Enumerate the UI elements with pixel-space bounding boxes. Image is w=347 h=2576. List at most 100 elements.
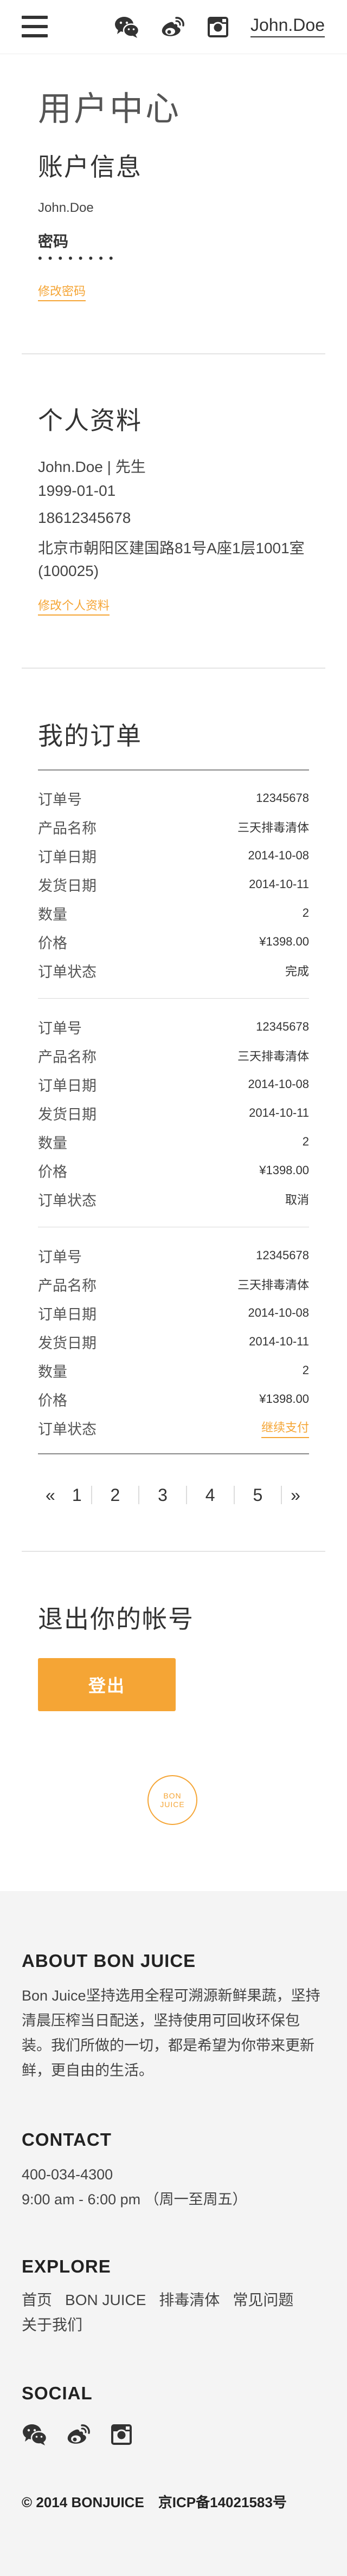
- profile-section-title: 个人资料: [38, 406, 142, 435]
- profile-postcode: (100025): [38, 562, 99, 579]
- order-field-label: 产品名称: [38, 1277, 97, 1294]
- page-title: 用户中心: [38, 90, 182, 128]
- edit-profile-link[interactable]: 修改个人资料: [38, 596, 110, 616]
- password-label: 密码: [38, 233, 69, 250]
- order-field-label: 订单号: [38, 1248, 82, 1265]
- footer-contact-title: CONTACT: [22, 2130, 112, 2150]
- menu-icon[interactable]: [22, 16, 48, 37]
- order-no-value: 12345678: [256, 1020, 309, 1033]
- order-field-label: 数量: [38, 1135, 67, 1151]
- quantity-value: 2: [302, 906, 309, 920]
- footer-nav-faq[interactable]: 常见问题: [233, 2292, 293, 2308]
- price-value: ¥1398.00: [259, 1392, 309, 1406]
- pagination-page-5[interactable]: 5: [235, 1485, 281, 1505]
- order-row-status: 订单状态 完成: [38, 956, 309, 985]
- footer-nav-about[interactable]: 关于我们: [22, 2316, 82, 2333]
- order-row-status: 订单状态 继续支付: [38, 1413, 309, 1442]
- order-field-label: 价格: [38, 1163, 67, 1180]
- order-row-price: 价格 ¥1398.00: [38, 1156, 309, 1185]
- pagination-next[interactable]: »: [282, 1485, 309, 1505]
- order-separator: [38, 998, 309, 999]
- wechat-icon[interactable]: [22, 2422, 48, 2447]
- weibo-icon[interactable]: [65, 2422, 91, 2447]
- order-field-label: 价格: [38, 1392, 67, 1409]
- footer-explore-title: EXPLORE: [22, 2256, 111, 2276]
- order-field-label: 数量: [38, 1363, 67, 1380]
- bon-juice-logo[interactable]: BON JUICE: [147, 1775, 197, 1825]
- order-date-value: 2014-10-08: [248, 1077, 309, 1091]
- status-value: 完成: [285, 965, 309, 978]
- product-value: 三天排毒清体: [237, 821, 309, 834]
- order-row-ship-date: 发货日期 2014-10-11: [38, 870, 309, 899]
- order-field-label: 价格: [38, 935, 67, 952]
- footer-phone: 400-034-4300: [22, 2166, 113, 2183]
- order-field-label: 订单日期: [38, 849, 97, 865]
- profile-name: John.Doe | 先生: [38, 458, 146, 475]
- order-row-quantity: 数量 2: [38, 1356, 309, 1385]
- order-no-value: 12345678: [256, 791, 309, 805]
- quantity-value: 2: [302, 1135, 309, 1148]
- header-username[interactable]: John.Doe: [250, 15, 325, 37]
- weibo-icon[interactable]: [159, 15, 185, 40]
- order-field-label: 发货日期: [38, 1106, 97, 1123]
- order-field-label: 订单状态: [38, 963, 97, 980]
- footer-nav-bon-juice[interactable]: BON JUICE: [65, 2292, 146, 2308]
- order-field-label: 订单日期: [38, 1306, 97, 1323]
- price-value: ¥1398.00: [259, 935, 309, 948]
- orders-top-line: [38, 769, 309, 771]
- profile-phone: 18612345678: [38, 509, 131, 526]
- pagination: « 1 2 3 4 5 »: [38, 1481, 309, 1509]
- pagination-page-4[interactable]: 4: [187, 1485, 234, 1505]
- product-value: 三天排毒清体: [237, 1050, 309, 1063]
- wechat-icon[interactable]: [114, 15, 140, 40]
- order-field-label: 发货日期: [38, 1335, 97, 1351]
- section-divider: [22, 353, 325, 354]
- ship-date-value: 2014-10-11: [249, 877, 309, 891]
- order-row-product: 产品名称 三天排毒清体: [38, 1270, 309, 1299]
- ship-date-value: 2014-10-11: [249, 1335, 309, 1348]
- order-date-value: 2014-10-08: [248, 849, 309, 862]
- order-row-status: 订单状态 取消: [38, 1185, 309, 1214]
- order-date-value: 2014-10-08: [248, 1306, 309, 1319]
- order-field-label: 订单号: [38, 1020, 82, 1037]
- order-field-label: 产品名称: [38, 820, 97, 837]
- footer-about-title: ABOUT BON JUICE: [22, 1951, 196, 1971]
- order-row-order-no: 订单号 12345678: [38, 1241, 309, 1270]
- logout-button[interactable]: 登出: [38, 1658, 176, 1711]
- footer-nav-home[interactable]: 首页: [22, 2292, 52, 2308]
- order-field-label: 订单日期: [38, 1077, 97, 1094]
- pagination-page-1[interactable]: 1: [63, 1485, 91, 1505]
- account-section-title: 账户信息: [38, 153, 142, 181]
- orders-section-title: 我的订单: [38, 722, 142, 750]
- change-password-link[interactable]: 修改密码: [38, 282, 86, 301]
- section-divider: [22, 668, 325, 669]
- header-social-icons: [114, 15, 231, 40]
- order-row-order-no: 订单号 12345678: [38, 1012, 309, 1041]
- product-value: 三天排毒清体: [237, 1278, 309, 1292]
- footer-hours: 9:00 am - 6:00 pm （周一至周五）: [22, 2191, 247, 2208]
- order-row-quantity: 数量 2: [38, 898, 309, 928]
- quantity-value: 2: [302, 1363, 309, 1377]
- footer-about-text: Bon Juice坚持选用全程可溯源新鲜果蔬，坚持清晨压榨当日配送，坚持使用可回…: [22, 1988, 320, 2079]
- instagram-icon[interactable]: [108, 2422, 134, 2447]
- footer-copyright: © 2014 BONJUICE 京ICP备14021583号: [22, 2494, 287, 2510]
- pagination-page-2[interactable]: 2: [92, 1485, 139, 1505]
- pagination-prev[interactable]: «: [38, 1485, 63, 1505]
- order-row-price: 价格 ¥1398.00: [38, 927, 309, 956]
- order-no-value: 12345678: [256, 1248, 309, 1262]
- footer-nav-detox[interactable]: 排毒清体: [159, 2292, 220, 2308]
- instagram-icon[interactable]: [205, 15, 231, 40]
- password-mask: ••••••••: [38, 251, 119, 265]
- order-field-label: 订单状态: [38, 1421, 97, 1438]
- section-divider: [22, 1551, 325, 1552]
- pagination-page-3[interactable]: 3: [139, 1485, 186, 1505]
- orders-bottom-line: [38, 1453, 309, 1454]
- continue-payment-link[interactable]: 继续支付: [261, 1418, 309, 1438]
- status-value: 取消: [285, 1193, 309, 1207]
- price-value: ¥1398.00: [259, 1163, 309, 1177]
- order-row-order-date: 订单日期 2014-10-08: [38, 1298, 309, 1328]
- footer-social-icons: [22, 2422, 134, 2447]
- logout-section-title: 退出你的帐号: [38, 1605, 194, 1633]
- order-field-label: 订单状态: [38, 1192, 97, 1209]
- order-row-order-date: 订单日期 2014-10-08: [38, 841, 309, 870]
